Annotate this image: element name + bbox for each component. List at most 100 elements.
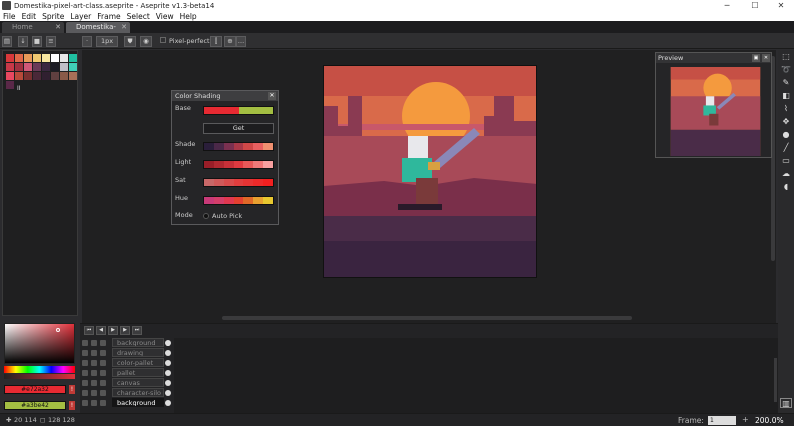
light-bar[interactable]	[203, 160, 274, 169]
menu-icon[interactable]: ≡	[46, 36, 56, 47]
layer-row[interactable]: background	[80, 338, 172, 348]
first-frame-icon[interactable]: ⏮	[84, 326, 94, 335]
palette-swatch[interactable]	[6, 63, 14, 71]
shade-swatch[interactable]	[263, 161, 274, 168]
shade-bar[interactable]	[203, 142, 274, 151]
eye-icon[interactable]	[82, 390, 88, 396]
hue-slider[interactable]	[4, 366, 75, 373]
palette-swatch[interactable]	[6, 81, 14, 89]
palette-swatch[interactable]	[33, 72, 41, 80]
next-frame-icon[interactable]: ▶	[120, 326, 130, 335]
shade-swatch[interactable]	[233, 179, 244, 186]
palette-swatch[interactable]	[24, 54, 32, 62]
menu-select[interactable]: Select	[127, 12, 150, 21]
eye-icon[interactable]	[82, 360, 88, 366]
frame-input[interactable]: 1	[708, 416, 736, 425]
shade-swatch[interactable]	[223, 161, 234, 168]
symmetry-horizontal-icon[interactable]: ⊕	[224, 36, 236, 47]
continuous-icon[interactable]	[100, 390, 106, 396]
background-warning-icon[interactable]: !	[69, 401, 75, 410]
prev-frame-icon[interactable]: ◀	[96, 326, 106, 335]
lock-icon[interactable]	[91, 370, 97, 376]
base-colors[interactable]	[203, 106, 274, 115]
layer-row[interactable]: pallet	[80, 368, 172, 378]
lock-icon[interactable]	[91, 400, 97, 406]
continuous-icon[interactable]	[100, 350, 106, 356]
continuous-icon[interactable]	[100, 370, 106, 376]
continuous-icon[interactable]	[100, 400, 106, 406]
contour-tool-icon[interactable]: ☁	[780, 169, 792, 179]
cel-dot[interactable]	[165, 400, 171, 406]
menu-view[interactable]: View	[156, 12, 174, 21]
palette-swatch[interactable]	[6, 54, 14, 62]
layer-name[interactable]: background	[112, 398, 164, 407]
brush-size-field[interactable]: 1px	[96, 36, 118, 47]
zoom-level[interactable]: 200.0%	[755, 416, 784, 425]
shade-swatch[interactable]	[233, 197, 244, 204]
layer-row[interactable]: drawing	[80, 348, 172, 358]
cel-dot[interactable]	[165, 380, 171, 386]
last-frame-icon[interactable]: ⏭	[132, 326, 142, 335]
shade-swatch[interactable]	[253, 143, 264, 150]
shade-swatch[interactable]	[204, 143, 214, 150]
maximize-button[interactable]: ☐	[742, 0, 768, 11]
line-tool-icon[interactable]: ╱	[780, 143, 792, 153]
play-icon[interactable]: ▶	[108, 326, 118, 335]
pixel-perfect-checkbox[interactable]	[160, 37, 166, 43]
preview-mode-icon[interactable]: ▣	[752, 54, 760, 62]
marquee-tool-icon[interactable]: ⬚	[780, 52, 792, 62]
foreground-warning-icon[interactable]: !	[69, 385, 75, 394]
sprite-canvas[interactable]	[323, 65, 537, 278]
palette-swatch[interactable]	[60, 63, 68, 71]
shade-swatch[interactable]	[253, 161, 264, 168]
shade-swatch[interactable]	[263, 197, 274, 204]
menu-help[interactable]: Help	[180, 12, 197, 21]
palette-swatch[interactable]	[24, 63, 32, 71]
base-color-swatch[interactable]	[204, 107, 239, 114]
shade-swatch[interactable]	[213, 197, 224, 204]
cel-dot[interactable]	[165, 340, 171, 346]
layer-name[interactable]: canvas	[112, 378, 164, 387]
palette-swatch[interactable]	[69, 63, 77, 71]
menu-layer[interactable]: Layer	[70, 12, 91, 21]
foreground-color[interactable]: #e72a32	[4, 385, 66, 394]
lock-icon[interactable]	[91, 340, 97, 346]
layer-name[interactable]: pallet	[112, 368, 164, 377]
layer-name[interactable]: color-pallet	[112, 358, 164, 367]
layer-row[interactable]: canvas	[80, 378, 172, 388]
shade-swatch[interactable]	[243, 197, 254, 204]
opacity-icon[interactable]: ◉	[140, 36, 152, 47]
menu-frame[interactable]: Frame	[97, 12, 120, 21]
blur-tool-icon[interactable]: ◖	[780, 182, 792, 192]
continuous-icon[interactable]	[100, 340, 106, 346]
shade-swatch[interactable]	[233, 143, 244, 150]
fill-tool-icon[interactable]: ●	[780, 130, 792, 140]
layer-row[interactable]: background	[80, 398, 172, 408]
rectangle-tool-icon[interactable]: ▭	[780, 156, 792, 166]
palette-swatch[interactable]	[42, 63, 50, 71]
palette-swatch[interactable]	[69, 72, 77, 80]
shade-swatch[interactable]	[204, 179, 214, 186]
eye-icon[interactable]	[82, 340, 88, 346]
palette-swatch[interactable]	[51, 63, 59, 71]
layer-row[interactable]: character-silo	[80, 388, 172, 398]
continuous-icon[interactable]	[100, 360, 106, 366]
zoom-in-icon[interactable]: +	[742, 415, 749, 424]
eye-icon[interactable]	[82, 380, 88, 386]
lock-icon[interactable]	[91, 380, 97, 386]
shade-swatch[interactable]	[223, 143, 234, 150]
shade-swatch[interactable]	[213, 143, 224, 150]
close-icon[interactable]: ✕	[121, 22, 127, 33]
eye-icon[interactable]	[82, 400, 88, 406]
eraser-tool-icon[interactable]: ◧	[780, 91, 792, 101]
cel-dot[interactable]	[165, 350, 171, 356]
cel-dot[interactable]	[165, 370, 171, 376]
continuous-icon[interactable]	[100, 380, 106, 386]
color-cursor[interactable]	[56, 328, 60, 332]
move-tool-icon[interactable]: ✥	[780, 117, 792, 127]
eyedropper-tool-icon[interactable]: ⌇	[780, 104, 792, 114]
menu-file[interactable]: File	[3, 12, 16, 21]
close-icon[interactable]: ✕	[55, 22, 61, 33]
lock-icon[interactable]	[91, 390, 97, 396]
palette-swatch[interactable]	[69, 54, 77, 62]
